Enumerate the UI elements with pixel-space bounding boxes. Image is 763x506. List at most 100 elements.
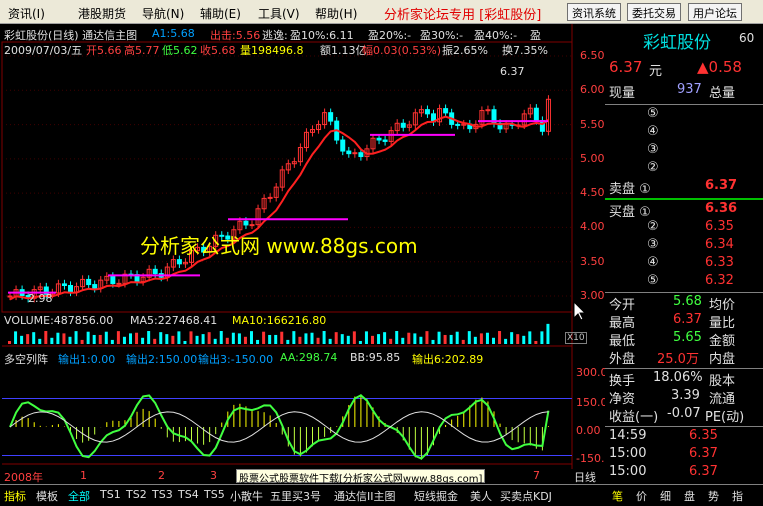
volume-bar — [401, 337, 405, 344]
trade-button[interactable]: 委托交易 — [627, 3, 681, 21]
bar-amount: 额1.13亿 — [320, 44, 367, 57]
tab-kdj[interactable]: 买卖点KDJ — [500, 488, 552, 504]
candle-body — [328, 112, 334, 122]
volume-bar — [86, 331, 90, 344]
sell1-row: 卖盘 ① 6.37 — [609, 178, 738, 197]
volume-bar — [92, 334, 96, 344]
volume-bar — [316, 337, 320, 344]
volume-bar — [340, 334, 344, 344]
menu-hk-futures[interactable]: 港股期货 — [78, 5, 126, 22]
volume-bar — [492, 337, 495, 344]
bar-turnover: 换7.35% — [502, 44, 548, 57]
volume-bar — [280, 331, 284, 344]
candle-body — [533, 107, 539, 122]
tab-ts4[interactable]: TS4 — [178, 488, 199, 501]
volume-bar — [26, 334, 30, 344]
quote-price-row: 6.37 元 ▲0.58 — [605, 58, 763, 79]
volume-bar — [346, 335, 350, 344]
footer-link[interactable]: 股票公式股票软件下载[分析家公式网www.88gs.com] — [236, 469, 486, 485]
high-marker: 6.37 — [500, 65, 525, 78]
tab-xiaosan[interactable]: 小散牛 — [230, 488, 263, 504]
ind-aa: AA:298.74 — [280, 351, 338, 364]
menu-tools[interactable]: 工具(V) — [258, 5, 300, 22]
candle-body — [376, 137, 382, 141]
candle-body — [455, 123, 461, 126]
volume-bar — [534, 340, 538, 344]
volume-bar — [371, 335, 374, 344]
ind-out3: 输出3:-150.00 — [198, 353, 274, 366]
ind-escape: 逃逸: — [262, 29, 288, 42]
volume-bar — [479, 333, 483, 344]
tab-tdx2[interactable]: 通达信II主图 — [334, 488, 396, 504]
tab-meiren[interactable]: 美人 — [470, 488, 492, 504]
ind-y-label: 0.00 — [576, 424, 601, 437]
bottom-tab-bar: 指标 模板 全部 TS1 TS2 TS3 TS4 TS5 小散牛 五里买3号 通… — [0, 484, 763, 506]
tab-ts2[interactable]: TS2 — [126, 488, 147, 501]
bar-open: 开5.66 — [86, 44, 122, 57]
volume-bar — [213, 338, 217, 344]
menu-info[interactable]: 资讯(I) — [8, 5, 45, 22]
x-month: 2 — [158, 469, 165, 482]
volume-bar — [135, 332, 139, 344]
vol-ma10: MA10:166216.80 — [232, 314, 327, 327]
y-label: 3.50 — [580, 255, 605, 268]
last-price: 6.37 — [609, 58, 643, 76]
candle-body — [340, 139, 346, 152]
rtab-index[interactable]: 指 — [732, 488, 743, 504]
volume-bar — [407, 332, 411, 344]
bar-volume: 量198496.8 — [240, 44, 304, 57]
tab-duanxian[interactable]: 短线掘金 — [414, 488, 458, 504]
tab-wuli[interactable]: 五里买3号 — [270, 488, 321, 504]
ind-gain20: 盈20%:- — [368, 29, 412, 42]
candle-body — [424, 109, 430, 115]
tab-ts5[interactable]: TS5 — [204, 488, 225, 501]
rtab-trend[interactable]: 势 — [708, 488, 719, 504]
rtab-trades[interactable]: 笔 — [612, 488, 623, 504]
volume-bar — [304, 333, 308, 344]
volume-bar — [231, 332, 235, 344]
tab-template[interactable]: 模板 — [36, 488, 58, 504]
volume-bar — [225, 337, 229, 344]
volume-bar — [540, 331, 544, 344]
info-system-button[interactable]: 资讯系统 — [567, 3, 621, 21]
indicator-bb-line — [9, 411, 549, 443]
forum-button[interactable]: 用户论坛 — [688, 3, 742, 21]
rtab-price[interactable]: 价 — [636, 488, 647, 504]
volume-bar — [528, 331, 532, 344]
chart-title: 彩虹股份(日线) 通达信主图 — [4, 29, 138, 42]
period-label[interactable]: 日线 — [574, 469, 596, 485]
vol-header: VOLUME:487856.00 — [4, 314, 114, 327]
rtab-book[interactable]: 盘 — [684, 488, 695, 504]
candle-body — [152, 268, 158, 275]
volume-bar — [485, 332, 489, 344]
tab-ts3[interactable]: TS3 — [152, 488, 173, 501]
candle-body — [92, 284, 98, 289]
x-month: 7 — [533, 469, 540, 482]
y-label: 6.50 — [580, 49, 605, 62]
tab-ts1[interactable]: TS1 — [100, 488, 121, 501]
kline-chart[interactable]: 彩虹股份(日线) 通达信主图 A1:5.68 出击:5.56 逃逸: 盈10%:… — [0, 24, 611, 485]
menu-help[interactable]: 帮助(H) — [315, 5, 357, 22]
candle-body — [243, 220, 249, 226]
volume-bar — [171, 335, 175, 344]
volume-bar — [510, 332, 514, 344]
y-label: 5.50 — [580, 118, 605, 131]
volume-bar — [8, 341, 11, 344]
volume-bar — [104, 331, 108, 344]
tab-all[interactable]: 全部 — [68, 488, 90, 504]
rtab-detail[interactable]: 细 — [660, 488, 671, 504]
volume-bar — [473, 336, 477, 344]
menu-assist[interactable]: 辅助(E) — [200, 5, 241, 22]
volume-bar — [546, 323, 550, 344]
y-label: 4.50 — [580, 186, 605, 199]
volume-bar — [201, 334, 205, 344]
bar-high: 高5.77 — [124, 44, 160, 57]
volume-bar — [44, 331, 48, 344]
bar-change: 幅0.03(0.53%) — [362, 44, 442, 57]
candle-body — [68, 285, 73, 293]
volume-bar — [516, 334, 520, 344]
tab-indicator[interactable]: 指标 — [4, 488, 26, 504]
menu-navigate[interactable]: 导航(N) — [142, 5, 184, 22]
ma-line — [9, 115, 550, 301]
volume-bar — [286, 339, 290, 344]
